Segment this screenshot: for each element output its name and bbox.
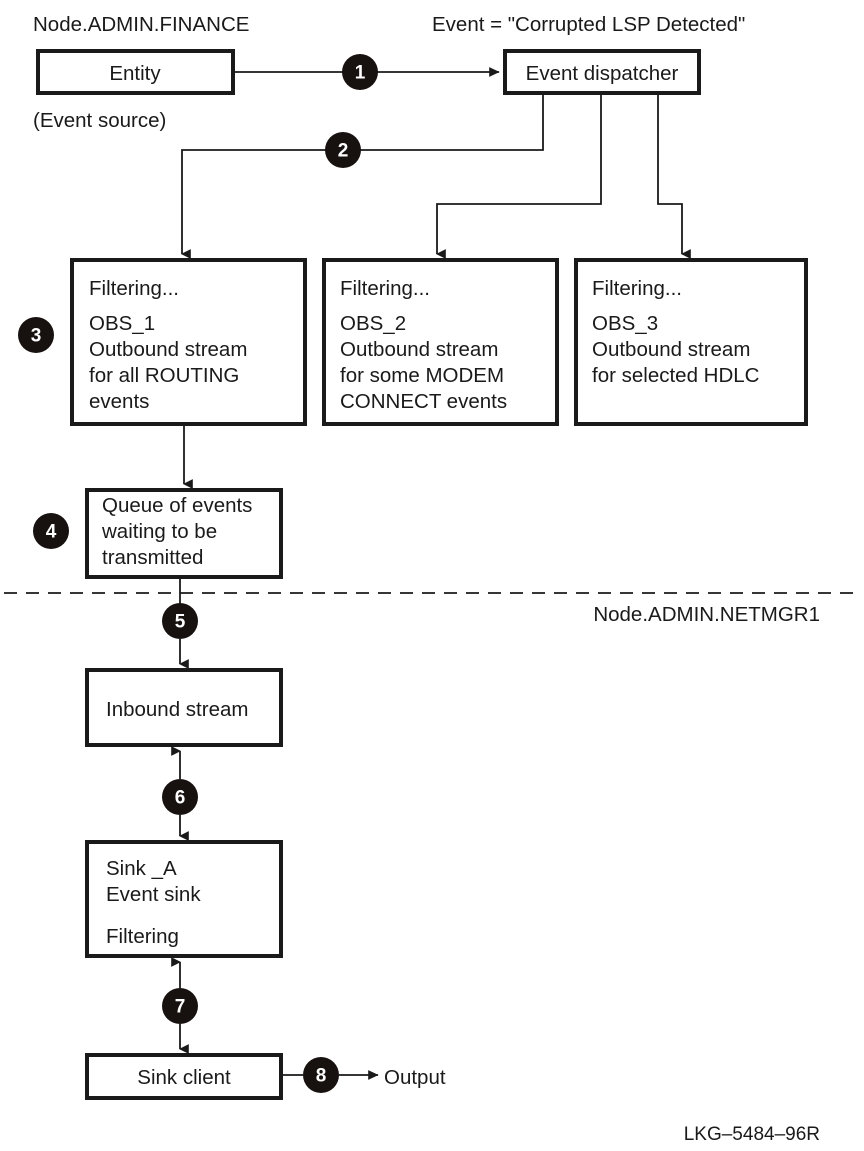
box-obs2-line2: OBS_2	[340, 312, 406, 335]
box-obs1-line1: Filtering...	[89, 277, 179, 300]
connector-dispatcher-to-obs3	[657, 93, 691, 259]
event-flow-diagram: Node.ADMIN.FINANCE Event = "Corrupted LS…	[0, 0, 864, 1151]
step-marker-8: 8	[303, 1057, 339, 1093]
box-queue-line2: waiting to be	[101, 520, 217, 543]
connector-dispatcher-to-obs2	[435, 93, 602, 259]
box-obs1: Filtering... OBS_1 Outbound stream for a…	[70, 258, 307, 426]
step-marker-3: 3	[18, 317, 54, 353]
label-event-definition: Event = "Corrupted LSP Detected"	[432, 13, 745, 36]
label-output: Output	[384, 1066, 446, 1089]
box-obs2-line3: Outbound stream	[340, 338, 498, 361]
box-sink-a: Sink _A Event sink Filtering	[85, 840, 283, 958]
label-node-source: Node.ADMIN.FINANCE	[33, 13, 249, 36]
step-marker-7-number: 7	[175, 997, 186, 1018]
step-marker-8-number: 8	[316, 1066, 327, 1087]
box-event-dispatcher: Event dispatcher	[503, 49, 701, 95]
box-obs3: Filtering... OBS_3 Outbound stream for s…	[574, 258, 808, 426]
box-obs3-line2: OBS_3	[592, 312, 658, 335]
figure-reference-footer: LKG–5484–96R	[684, 1124, 820, 1145]
box-event-dispatcher-label: Event dispatcher	[526, 62, 679, 85]
box-obs1-line5: events	[89, 390, 149, 413]
step-marker-7: 7	[162, 988, 198, 1024]
box-inbound-stream-label: Inbound stream	[106, 698, 248, 721]
step-marker-1: 1	[342, 54, 378, 90]
step-marker-4: 4	[33, 513, 69, 549]
step-marker-1-number: 1	[355, 63, 366, 84]
box-obs3-line1: Filtering...	[592, 277, 682, 300]
step-marker-6: 6	[162, 779, 198, 815]
label-node-manager: Node.ADMIN.NETMGR1	[593, 603, 820, 626]
box-sink-client-label: Sink client	[137, 1066, 231, 1089]
box-obs2-line1: Filtering...	[340, 277, 430, 300]
box-obs2: Filtering... OBS_2 Outbound stream for s…	[322, 258, 559, 426]
box-obs2-line5: CONNECT events	[340, 390, 507, 413]
box-obs1-line2: OBS_1	[89, 312, 155, 335]
box-obs1-line4: for all ROUTING	[89, 364, 239, 387]
box-queue-line1: Queue of events	[102, 494, 252, 517]
box-queue-line3: transmitted	[102, 546, 203, 569]
step-marker-5-number: 5	[175, 612, 186, 633]
step-marker-5: 5	[162, 603, 198, 639]
box-entity: Entity	[36, 49, 235, 95]
box-obs2-line4: for some MODEM	[340, 364, 504, 387]
step-marker-2: 2	[325, 132, 361, 168]
box-entity-label: Entity	[109, 62, 161, 85]
diagram-canvas: Node.ADMIN.FINANCE Event = "Corrupted LS…	[4, 13, 860, 1145]
box-inbound-stream: Inbound stream	[85, 668, 283, 747]
step-marker-3-number: 3	[31, 326, 42, 347]
label-event-source-note: (Event source)	[33, 109, 166, 132]
box-sink-a-line2: Event sink	[106, 883, 201, 906]
step-marker-4-number: 4	[46, 522, 57, 543]
box-obs3-line4: for selected HDLC	[592, 364, 760, 387]
box-sink-client: Sink client	[85, 1053, 283, 1100]
box-queue: Queue of events waiting to be transmitte…	[85, 488, 283, 579]
box-sink-a-line3: Filtering	[106, 925, 179, 948]
box-sink-a-line1: Sink _A	[106, 857, 177, 880]
step-marker-6-number: 6	[175, 788, 186, 809]
step-marker-2-number: 2	[338, 141, 349, 162]
box-obs1-line3: Outbound stream	[89, 338, 247, 361]
box-obs3-line3: Outbound stream	[592, 338, 750, 361]
connector-dispatcher-to-obs1	[180, 93, 544, 259]
